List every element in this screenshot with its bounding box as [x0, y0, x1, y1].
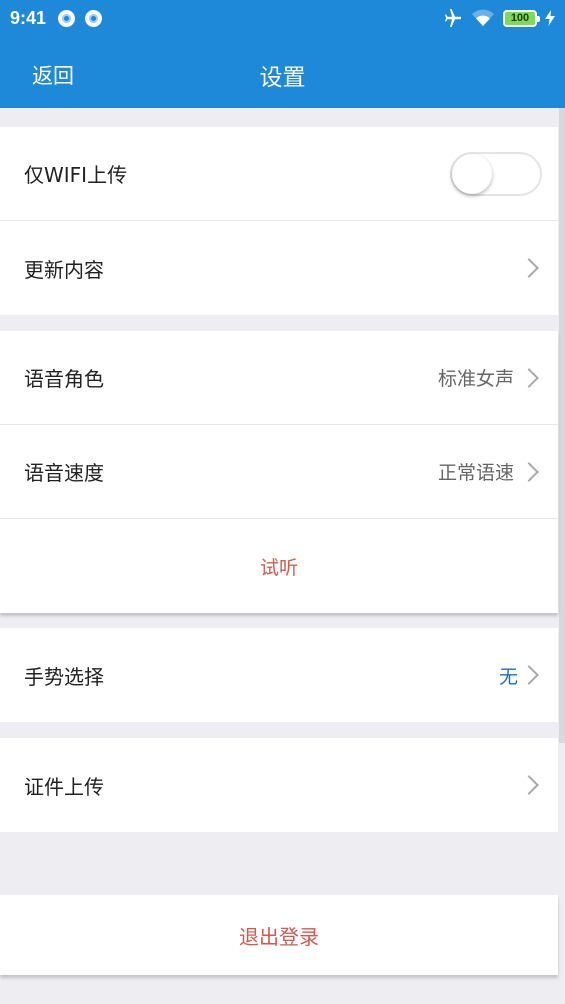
- wifi-upload-control: [450, 151, 542, 196]
- certificate-upload-label: 证件上传: [24, 774, 104, 799]
- gesture-value: 无: [498, 665, 518, 688]
- voice-speed-right: 正常语速: [438, 458, 542, 485]
- settings-group-upload: 仅WIFI上传 更新内容: [0, 127, 558, 315]
- toggle-knob: [452, 153, 492, 194]
- app-notification-icon: [85, 9, 103, 27]
- certificate-upload-row[interactable]: 证件上传: [0, 738, 558, 832]
- status-time: 9:41: [10, 7, 47, 28]
- page-title: 设置: [259, 65, 306, 91]
- wifi-upload-row: 仅WIFI上传: [0, 127, 558, 221]
- battery-level: 100: [510, 12, 530, 24]
- voice-speed-label: 语音速度: [24, 461, 104, 485]
- preview-label: 试听: [259, 556, 298, 579]
- wifi-upload-label: 仅WIFI上传: [24, 163, 128, 187]
- voice-role-label: 语音角色: [24, 367, 104, 391]
- airplane-icon: [445, 9, 461, 27]
- chevron-right-icon: [519, 258, 539, 278]
- voice-role-value: 标准女声: [437, 368, 514, 390]
- settings-group-gesture: 手势选择 无: [0, 628, 558, 722]
- voice-speed-row[interactable]: 语音速度 正常语速: [0, 425, 558, 519]
- scrollbar[interactable]: [559, 108, 565, 743]
- wifi-upload-toggle[interactable]: [450, 151, 542, 196]
- preview-button[interactable]: 试听: [0, 519, 558, 613]
- settings-group-voice: 语音角色 标准女声 语音速度 正常语速 试听: [0, 331, 558, 613]
- wifi-icon: [472, 9, 494, 26]
- gesture-right: 无: [499, 662, 542, 689]
- nav-bar: 设置 返回: [0, 36, 565, 108]
- chevron-right-icon: [519, 461, 539, 482]
- update-content-label: 更新内容: [24, 257, 104, 282]
- voice-speed-value: 正常语速: [437, 462, 514, 484]
- certificate-upload-right: [519, 775, 542, 795]
- chevron-right-icon: [519, 665, 539, 685]
- gesture-row[interactable]: 手势选择 无: [0, 628, 558, 722]
- back-button[interactable]: 返回: [32, 60, 74, 90]
- status-icons: 100: [443, 9, 555, 27]
- logout-button[interactable]: 退出登录: [0, 895, 558, 975]
- app-notification-icon: [58, 9, 76, 27]
- update-content-row[interactable]: 更新内容: [0, 221, 558, 315]
- update-content-right: [519, 258, 542, 278]
- voice-role-right: 标准女声: [438, 364, 542, 391]
- status-bar: 9:41 100: [0, 0, 565, 36]
- voice-role-row[interactable]: 语音角色 标准女声: [0, 331, 558, 425]
- charging-icon: [545, 10, 555, 26]
- logout-label: 退出登录: [239, 924, 319, 949]
- chevron-right-icon: [519, 367, 539, 388]
- battery-icon: 100: [503, 9, 540, 27]
- chevron-right-icon: [519, 775, 539, 795]
- settings-group-certificate: 证件上传: [0, 738, 558, 832]
- gesture-label: 手势选择: [24, 664, 104, 689]
